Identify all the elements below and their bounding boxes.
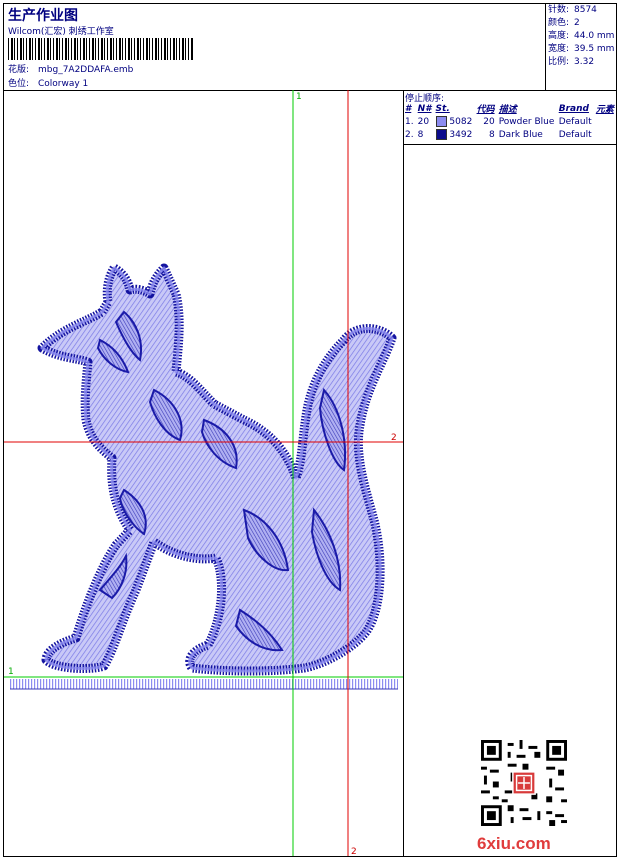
col-brand: Brand [558, 103, 589, 114]
guide-label-v-green: 1 [296, 92, 302, 102]
table-header-row: # N# St. 代码 描述 Brand 元素 [403, 102, 616, 116]
stat-width: 宽度: 39.5 mm [548, 44, 615, 54]
pattern-label: 花版: [8, 65, 30, 75]
stat-height: 高度: 44.0 mm [548, 31, 615, 41]
colorway-value: Colorway 1 [38, 79, 89, 89]
embroidery-preview: 1 1 2 2 [4, 90, 403, 856]
watermark: 6xiu.com [477, 834, 551, 853]
col-code: 代码 [476, 105, 495, 115]
color-swatch-powder-blue [435, 116, 447, 127]
guide-label-h-red: 2 [391, 433, 397, 443]
sheet-title: 生产作业图 [8, 8, 78, 24]
pattern-filename: mbg_7A2DDAFA.emb [38, 65, 134, 75]
table-row: 1. 20 5082 20 Powder Blue Default [405, 116, 592, 127]
table-row: 2. 8 3492 8 Dark Blue Default [405, 129, 592, 140]
stat-scale: 比例: 3.32 [548, 57, 595, 67]
colorway-row: 色位: Colorway 1 [8, 76, 88, 89]
guide-label-h-green: 1 [8, 667, 14, 677]
pattern-row: 花版: mbg_7A2DDAFA.emb [8, 62, 133, 75]
guide-label-v-red: 2 [351, 847, 357, 856]
worksheet-header: 生产作业图 Wilcom(汇宏) 刺绣工作室 花版: mbg_7A2DDAFA.e… [4, 4, 616, 91]
stop-sequence-table: # N# St. 代码 描述 Brand 元素 1. 20 5082 20 Po… [403, 102, 616, 141]
col-number: # [405, 103, 412, 114]
col-element: 元素 [595, 105, 614, 115]
panel-divider [403, 144, 616, 145]
colorway-label: 色位: [8, 79, 30, 89]
stat-stitches: 针数: 8574 [548, 5, 597, 15]
col-needle: N# [417, 103, 432, 114]
col-description: 描述 [498, 105, 517, 115]
production-worksheet: 生产作业图 Wilcom(汇宏) 刺绣工作室 花版: mbg_7A2DDAFA.e… [3, 3, 617, 857]
design-canvas: 1 1 2 2 [4, 90, 404, 856]
design-stats: 针数: 8574 颜色: 2 高度: 44.0 mm 宽度: 39.5 mm 比例: 3.… [545, 4, 617, 90]
fox-satin-border [37, 263, 397, 676]
barcode [8, 38, 194, 60]
stop-sequence-panel: 停止顺序: # N# St. 代码 描述 Brand 元素 1. 20 5082 [403, 90, 616, 856]
stat-colors: 颜色: 2 [548, 18, 580, 28]
color-swatch-dark-blue [435, 129, 447, 140]
company-name: Wilcom(汇宏) 刺绣工作室 [8, 27, 114, 37]
qr-code [481, 740, 567, 826]
col-stitches: St. [435, 103, 450, 114]
